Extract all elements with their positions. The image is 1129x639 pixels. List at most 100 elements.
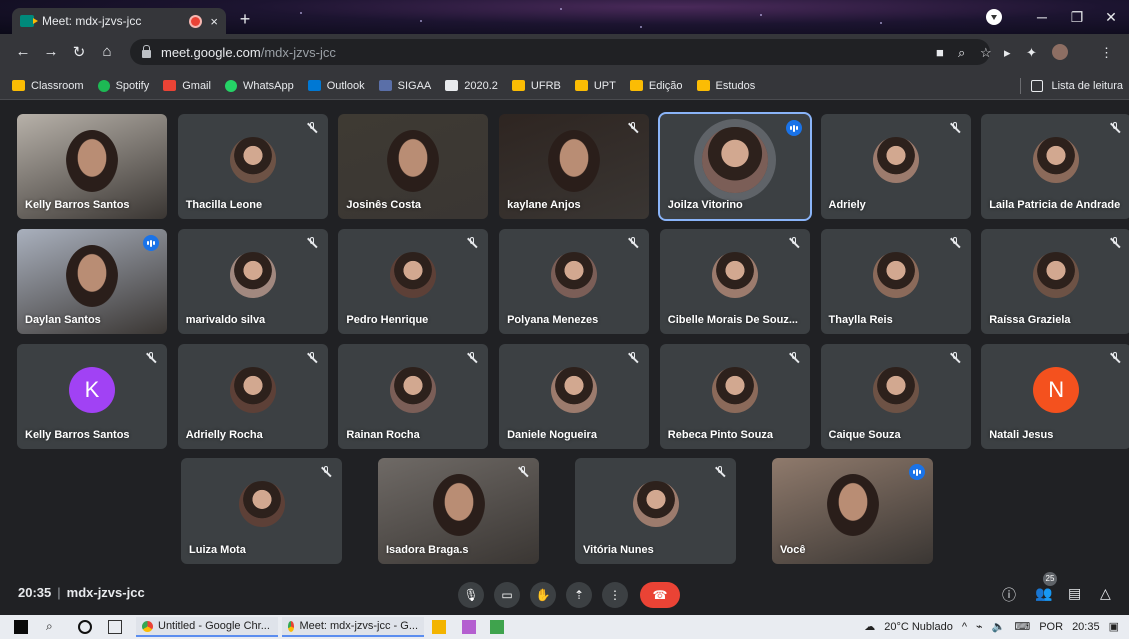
participant-tile[interactable]: Adriely	[820, 114, 971, 219]
restore-button[interactable]: ❐	[1060, 6, 1094, 28]
taskbar-app-chrome-meet[interactable]: Meet: mdx-jzvs-jcc - G...	[282, 617, 424, 637]
reading-list-label: Lista de leitura	[1051, 80, 1123, 92]
raise-hand-button[interactable]: ✋	[530, 582, 556, 608]
language-label[interactable]: POR	[1039, 621, 1063, 633]
participant-tile[interactable]: Joilza Vitorino	[657, 112, 812, 221]
camera-in-use-icon[interactable]: ■	[936, 45, 944, 60]
tray-overflow-icon[interactable]: ^	[962, 621, 967, 633]
participant-tile[interactable]: Caique Souza	[820, 344, 971, 449]
forward-arrow-icon[interactable]: →	[42, 43, 60, 60]
extensions-puzzle-icon[interactable]: ✦	[1026, 45, 1037, 61]
participant-tile[interactable]: Daniele Nogueira	[499, 344, 650, 449]
bookmark-folder-edicao[interactable]: Edição	[629, 80, 683, 92]
participant-tile[interactable]: Polyana Menezes	[499, 229, 650, 334]
tab-close-button[interactable]: ×	[210, 14, 218, 29]
participant-name: Natali Jesus	[989, 429, 1054, 441]
taskbar-app-chrome-untitled[interactable]: Untitled - Google Chr...	[136, 617, 278, 637]
file-explorer-icon[interactable]	[432, 620, 446, 634]
search-icon[interactable]: ⌕	[46, 619, 60, 633]
weather-label[interactable]: 20°C Nublado	[884, 621, 953, 633]
reload-icon[interactable]: ↻	[70, 43, 88, 61]
bookmark-gmail[interactable]: Gmail	[163, 80, 211, 92]
muted-mic-icon	[1109, 352, 1121, 364]
pinned-app-icon[interactable]	[462, 620, 476, 634]
bookmark-outlook[interactable]: Outlook	[307, 80, 365, 92]
bookmark-star-icon[interactable]: ☆	[980, 45, 992, 61]
task-view-icon[interactable]	[108, 620, 122, 634]
participant-tile[interactable]: Laila Patricia de Andrade	[981, 114, 1129, 219]
participant-name: Caique Souza	[828, 429, 901, 441]
url-host: meet.google.com	[161, 44, 261, 60]
participant-tile[interactable]: Cibelle Morais De Souz...	[659, 229, 810, 334]
participant-tile[interactable]: Daylan Santos	[17, 229, 167, 334]
participants-icon[interactable]: 👥	[1035, 585, 1052, 602]
participant-tile[interactable]: Thacilla Leone	[177, 114, 328, 219]
participant-tile[interactable]: Josinês Costa	[338, 114, 489, 219]
clock-label[interactable]: 20:35	[1072, 621, 1100, 633]
participant-tile[interactable]: N Natali Jesus	[981, 344, 1129, 449]
bookmark-sigaa[interactable]: SIGAA	[378, 80, 431, 92]
microphone-button[interactable]: 🎙	[458, 582, 484, 608]
participant-tile[interactable]: Raíssa Graziela	[981, 229, 1129, 334]
participant-name: Raíssa Graziela	[989, 314, 1071, 326]
activities-icon[interactable]: △	[1100, 585, 1111, 602]
minimize-button[interactable]: ─	[1025, 6, 1059, 28]
participant-video-frame	[826, 474, 879, 536]
participant-tile[interactable]: kaylane Anjos	[499, 114, 650, 219]
keyboard-icon[interactable]: ⌨	[1014, 620, 1030, 633]
gmail-icon	[163, 80, 177, 91]
participant-tile[interactable]: Rainan Rocha	[338, 344, 489, 449]
profile-avatar[interactable]	[1052, 44, 1068, 60]
meeting-details-icon[interactable]: ⓘ	[1002, 585, 1016, 605]
back-arrow-icon[interactable]: ←	[14, 43, 32, 60]
present-screen-button[interactable]: ⇡	[566, 582, 592, 608]
bookmarks-bar: Classroom Spotify Gmail WhatsApp Outlook…	[0, 72, 1129, 100]
cortana-icon[interactable]	[78, 620, 92, 634]
chat-icon[interactable]: ▤	[1068, 585, 1081, 602]
participant-tile[interactable]: Adrielly Rocha	[177, 344, 328, 449]
bookmark-folder-estudos[interactable]: Estudos	[696, 80, 755, 92]
notification-icon[interactable]: ▣	[1109, 620, 1119, 633]
participant-tile[interactable]: Vitória Nunes	[575, 458, 736, 564]
more-options-button[interactable]: ⋮	[602, 582, 628, 608]
participant-tile[interactable]: Luiza Mota	[181, 458, 342, 564]
muted-mic-icon	[714, 466, 726, 478]
participant-tile[interactable]: Rebeca Pinto Souza	[659, 344, 810, 449]
network-icon[interactable]: ⌁	[976, 620, 983, 633]
participant-tile[interactable]: marivaldo silva	[177, 229, 328, 334]
participant-tile[interactable]: Você	[772, 458, 933, 564]
bookmark-folder-upt[interactable]: UPT	[574, 80, 616, 92]
browser-menu-icon[interactable]: ⋮	[1100, 45, 1113, 61]
weather-icon[interactable]: ☁	[864, 620, 875, 633]
tab-search-icon[interactable]	[986, 9, 1002, 25]
participant-avatar	[229, 251, 276, 298]
pinned-app-icon[interactable]	[490, 620, 504, 634]
address-bar[interactable]: meet.google.com /mdx-jzvs-jcc	[130, 39, 990, 65]
participant-avatar	[632, 481, 679, 527]
muted-mic-icon	[306, 352, 318, 364]
media-control-icon[interactable]: ▸	[1004, 45, 1011, 61]
windows-start-icon[interactable]	[14, 620, 28, 634]
volume-icon[interactable]: 🔈	[992, 620, 1006, 633]
bookmark-whatsapp[interactable]: WhatsApp	[224, 79, 294, 92]
participant-tile[interactable]: K Kelly Barros Santos	[17, 344, 167, 449]
background-star	[640, 26, 642, 28]
participant-initial-avatar: K	[69, 366, 115, 413]
bookmark-classroom[interactable]: Classroom	[12, 80, 84, 92]
participant-tile[interactable]: Kelly Barros Santos	[17, 114, 167, 219]
bookmark-2020-2[interactable]: 2020.2	[445, 80, 498, 92]
participant-tile[interactable]: Isadora Braga.s	[378, 458, 539, 564]
camera-button[interactable]: ▭	[494, 582, 520, 608]
zoom-icon[interactable]: ⌕	[958, 45, 965, 61]
participant-name: Kelly Barros Santos	[25, 199, 130, 211]
active-tab[interactable]: Meet: mdx-jzvs-jcc ×	[12, 8, 226, 34]
bookmark-spotify[interactable]: Spotify	[97, 79, 149, 92]
close-window-button[interactable]: ✕	[1094, 6, 1128, 28]
participant-tile[interactable]: Thaylla Reis	[820, 229, 971, 334]
bookmark-folder-ufrb[interactable]: UFRB	[511, 80, 561, 92]
participant-tile[interactable]: Pedro Henrique	[338, 229, 489, 334]
leave-call-button[interactable]: ☎	[640, 582, 680, 608]
reading-list-button[interactable]: Lista de leitura	[1020, 78, 1123, 94]
new-tab-button[interactable]: +	[236, 10, 254, 29]
home-icon[interactable]: ⌂	[98, 43, 116, 60]
